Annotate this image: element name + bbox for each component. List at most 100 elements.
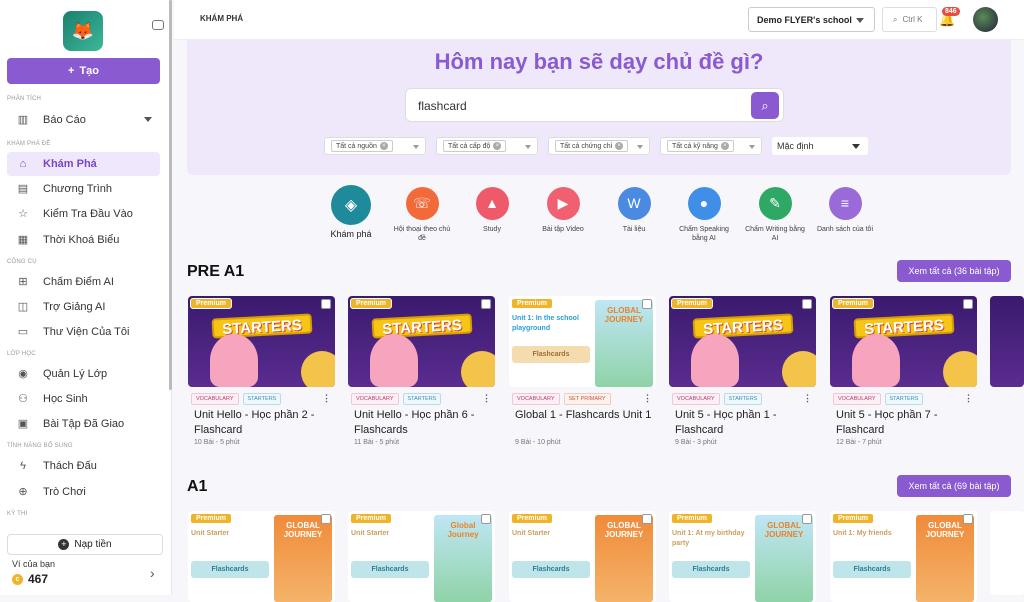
tag: VOCABULARY [512,393,560,405]
create-button[interactable]: + Tạo [7,58,160,84]
filter-skill[interactable]: Tất cả kỹ năng × [660,137,762,155]
global-search-button[interactable]: ⌕ Ctrl K [882,7,937,32]
exercise-card[interactable]: Unit Starter Flashcards GLOBAL JOURNEY Prem… [509,511,656,602]
exercise-card[interactable]: Unit Starter Flashcards Global Journey Prem… [348,511,495,602]
card-meta: 12 Bài - 7 phút [836,439,882,446]
card-meta: 9 Bài - 3 phút [675,439,717,446]
premium-badge: Premium [832,298,874,309]
exercise-card[interactable]: STARTERS Premium VOCABULARY STARTERS ⋮ Uni… [348,296,495,446]
section-label-explore: KHÁM PHÁ ĐỀ [7,141,51,147]
select-checkbox[interactable] [321,299,331,309]
exercise-card[interactable]: Unit 1: At my birthday party Flashcards GL… [669,511,816,602]
quick-action-ai-writing[interactable]: ✎ Chấm Writing bằng AI [745,187,805,243]
card-thumbnail: STARTERS Premium [669,296,816,387]
card-thumbnail: Unit 1: At my birthday party Flashcards GL… [669,511,816,602]
quick-action-documents[interactable]: W Tài liệu [604,187,664,234]
exercise-card[interactable]: Unit 1: My friends Flashcards GLOBAL JOURN… [830,511,977,602]
chevron-right-icon[interactable]: › [150,565,155,581]
quick-action-study[interactable]: ▲ Study [462,187,522,234]
premium-badge: Premium [190,298,232,309]
chevron-down-icon [525,145,531,149]
app-logo[interactable]: 🦊 [63,11,103,51]
filter-certificate[interactable]: Tất cả chứng chỉ × [548,137,650,155]
sort-select[interactable]: Mặc định [772,137,868,155]
select-checkbox[interactable] [481,514,491,524]
quick-action-video[interactable]: ▶ Bài tập Video [533,187,593,234]
section-label-extras: TÍNH NĂNG BỔ SUNG [7,443,73,449]
more-icon[interactable]: ⋮ [803,393,812,404]
sidebar-item-ai-grading[interactable]: ⊞ Chấm Điểm AI [7,270,160,294]
quick-action-conversation[interactable]: ☏ Hội thoại theo chủ đề [392,187,452,243]
select-checkbox[interactable] [642,299,652,309]
sidebar-item-my-library[interactable]: ▭ Thư Viện Của Tôi [7,320,160,344]
sidebar-item-timetable[interactable]: ▦ Thời Khoá Biểu [7,228,160,252]
select-checkbox[interactable] [802,299,812,309]
select-checkbox[interactable] [321,514,331,524]
select-checkbox[interactable] [802,514,812,524]
chevron-down-icon [852,144,860,149]
chevron-down-icon [144,117,152,122]
chevron-down-icon [856,18,864,23]
more-icon[interactable]: ⋮ [643,393,652,404]
search-icon: ⌕ [893,14,898,24]
sidebar-collapse-icon[interactable] [152,20,164,30]
clear-icon[interactable]: × [379,142,388,150]
clear-icon[interactable]: × [720,142,729,150]
see-all-button[interactable]: Xem tất cả (69 bài tập) [897,475,1011,497]
card-title: Unit 5 - Học phần 1 - Flashcard [675,409,777,436]
sidebar-item-assigned[interactable]: ▣ Bài Tập Đã Giao [7,412,160,436]
card-meta: 9 Bài - 10 phút [515,439,561,446]
exercise-card[interactable]: Unit 1: In the school playground Flashcar… [509,296,656,446]
quick-action-my-list[interactable]: ≡ Danh sách của tôi [815,187,875,234]
wallet-label: Ví của bạn [12,559,56,569]
more-icon[interactable]: ⋮ [482,393,491,404]
sidebar-item-class-management[interactable]: ◉ Quản Lý Lớp [7,362,160,386]
exercise-card[interactable]: STARTERS Premium VOCABULARY STARTERS ⋮ Uni… [188,296,335,446]
search-input[interactable]: flashcard ⌕ [405,88,784,122]
sidebar-item-challenge[interactable]: ϟ Thách Đấu [7,454,160,478]
sidebar-scrollbar[interactable] [169,0,172,390]
sidebar-item-games[interactable]: ⊕ Trò Chơi [7,480,160,504]
coin-icon: c [12,573,23,585]
more-icon[interactable]: ⋮ [964,393,973,404]
card-title: Unit 5 - Học phần 7 - Flashcard [836,409,938,436]
search-hero: Hôm nay bạn sẽ dạy chủ đề gì? flashcard … [187,40,1011,175]
clear-icon[interactable]: × [615,142,624,150]
tag: VOCABULARY [833,393,881,405]
topup-button[interactable]: + Nạp tiền [7,534,163,555]
report-icon: ▥ [17,114,29,126]
card-thumbnail: STARTERS Premium [830,296,977,387]
sidebar-item-report[interactable]: ▥ Báo Cáo [7,108,160,132]
school-select[interactable]: Demo FLYER's school [748,7,875,32]
sidebar-item-program[interactable]: ▤ Chương Trình [7,177,160,201]
card-thumbnail-partial[interactable] [990,511,1024,595]
sidebar-item-ai-assistant[interactable]: ◫ Trợ Giảng AI [7,295,160,319]
quick-action-explore[interactable]: ◈ Khám phá [321,185,381,239]
premium-badge: Premium [671,298,713,309]
select-checkbox[interactable] [642,514,652,524]
home-icon: ⌂ [19,158,27,170]
search-button[interactable]: ⌕ [751,92,779,119]
filter-level[interactable]: Tất cả cấp độ × [436,137,538,155]
select-checkbox[interactable] [481,299,491,309]
clear-icon[interactable]: × [493,142,502,150]
premium-badge: Premium [511,298,553,309]
card-meta: 11 Bài - 5 phút [354,439,400,446]
sidebar-item-students[interactable]: ⚇ Học Sinh [7,387,160,411]
gamepad-icon: ⊕ [18,486,28,498]
card-thumbnail: Unit Starter Flashcards GLOBAL JOURNEY Prem… [188,511,335,602]
exercise-card[interactable]: STARTERS Premium VOCABULARY STARTERS ⋮ Uni… [830,296,977,446]
filter-source[interactable]: Tất cả nguồn × [324,137,426,155]
quick-action-ai-speaking[interactable]: ● Chấm Speaking bằng AI [674,187,734,243]
card-thumbnail-partial[interactable] [990,296,1024,387]
more-icon[interactable]: ⋮ [322,393,331,404]
exercise-card[interactable]: Unit Starter Flashcards GLOBAL JOURNEY Prem… [188,511,335,602]
see-all-button[interactable]: Xem tất cả (36 bài tập) [897,260,1011,282]
select-checkbox[interactable] [963,299,973,309]
avatar[interactable] [973,7,998,32]
section-label-tools: CÔNG CỤ [7,259,37,265]
sidebar-item-placement-test[interactable]: ☆ Kiểm Tra Đầu Vào [7,202,160,226]
sidebar-item-explore[interactable]: ⌂ Khám Phá [7,152,160,176]
exercise-card[interactable]: STARTERS Premium VOCABULARY STARTERS ⋮ Uni… [669,296,816,446]
select-checkbox[interactable] [963,514,973,524]
